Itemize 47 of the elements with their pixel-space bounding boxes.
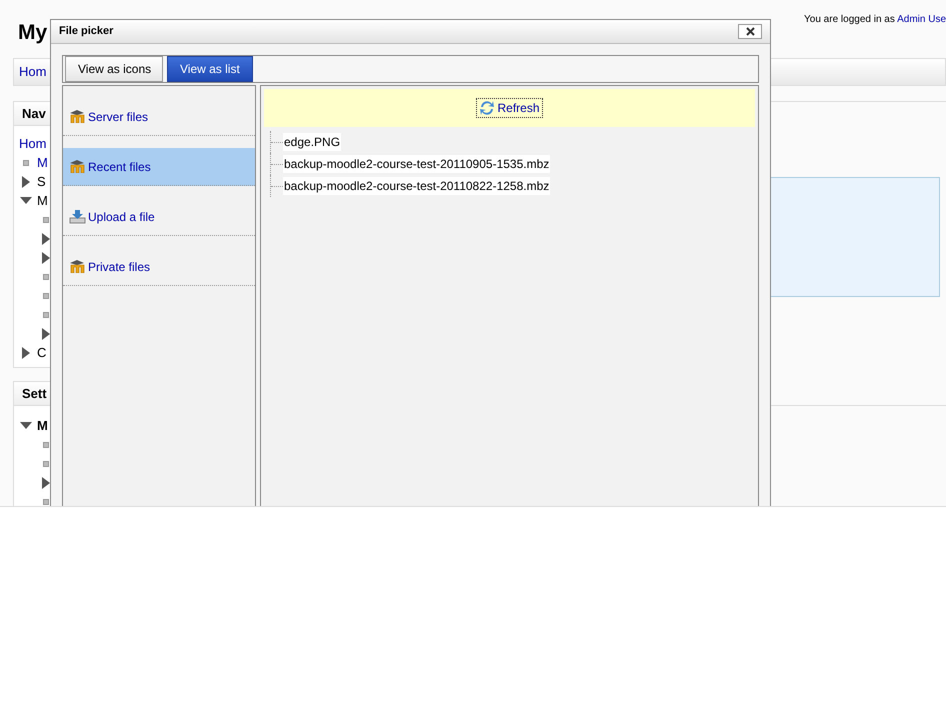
- repository-item[interactable]: Server files: [63, 98, 255, 136]
- login-text: You are logged in as Admin Use: [804, 13, 946, 27]
- tree-item[interactable]: M: [37, 190, 48, 210]
- breadcrumb-link[interactable]: Hom: [19, 62, 46, 82]
- collapsed-triangle-icon[interactable]: [22, 176, 30, 188]
- collapsed-triangle-icon[interactable]: [42, 328, 50, 340]
- repository-item[interactable]: Upload a file: [63, 198, 255, 236]
- collapsed-triangle-icon[interactable]: [42, 252, 50, 264]
- collapsed-triangle-icon[interactable]: [42, 232, 50, 244]
- user-link[interactable]: Admin Use: [897, 14, 946, 25]
- file-name[interactable]: backup-moodle2-course-test-20110905-1535.mbz: [283, 155, 550, 173]
- file-name[interactable]: backup-moodle2-course-test-20110822-1258.mbz: [283, 177, 550, 195]
- bullet-icon: [23, 160, 29, 166]
- refresh-icon: [479, 100, 496, 116]
- tree-item[interactable]: M: [37, 152, 48, 172]
- repository-item[interactable]: Recent files: [63, 148, 255, 186]
- repository-label: Upload a file: [88, 208, 155, 226]
- upload-tray-icon: [69, 209, 86, 224]
- mortarboard-m-icon: [69, 110, 86, 123]
- collapsed-triangle-icon[interactable]: [22, 346, 30, 358]
- bullet-icon: [43, 442, 49, 448]
- repository-item[interactable]: Private files: [63, 248, 255, 286]
- bullet-icon: [43, 312, 49, 318]
- view-tab[interactable]: View as list: [167, 56, 253, 82]
- expanded-triangle-icon[interactable]: [20, 196, 32, 204]
- dialog-title: File picker: [59, 24, 114, 40]
- repository-label: Private files: [88, 258, 150, 276]
- refresh-button[interactable]: Refresh: [476, 98, 543, 118]
- bullet-icon: [43, 292, 49, 298]
- close-button[interactable]: [738, 24, 762, 39]
- mortarboard-m-icon: [69, 160, 86, 173]
- tree-item[interactable]: M: [37, 416, 48, 436]
- bullet-icon: [43, 460, 49, 466]
- view-tab[interactable]: View as icons: [65, 56, 163, 82]
- tree-item[interactable]: S: [37, 172, 46, 192]
- repository-label: Recent files: [88, 158, 151, 176]
- repository-label: Server files: [88, 108, 148, 126]
- tree-item[interactable]: C: [37, 342, 46, 362]
- expanded-triangle-icon[interactable]: [20, 422, 32, 430]
- file-name[interactable]: edge.PNG: [283, 133, 342, 151]
- bullet-icon: [43, 216, 49, 222]
- bullet-icon: [43, 274, 49, 280]
- bullet-icon: [43, 498, 49, 504]
- collapsed-triangle-icon[interactable]: [42, 476, 50, 488]
- page-title: My: [18, 20, 48, 46]
- mortarboard-m-icon: [69, 260, 86, 273]
- close-icon: [746, 27, 754, 36]
